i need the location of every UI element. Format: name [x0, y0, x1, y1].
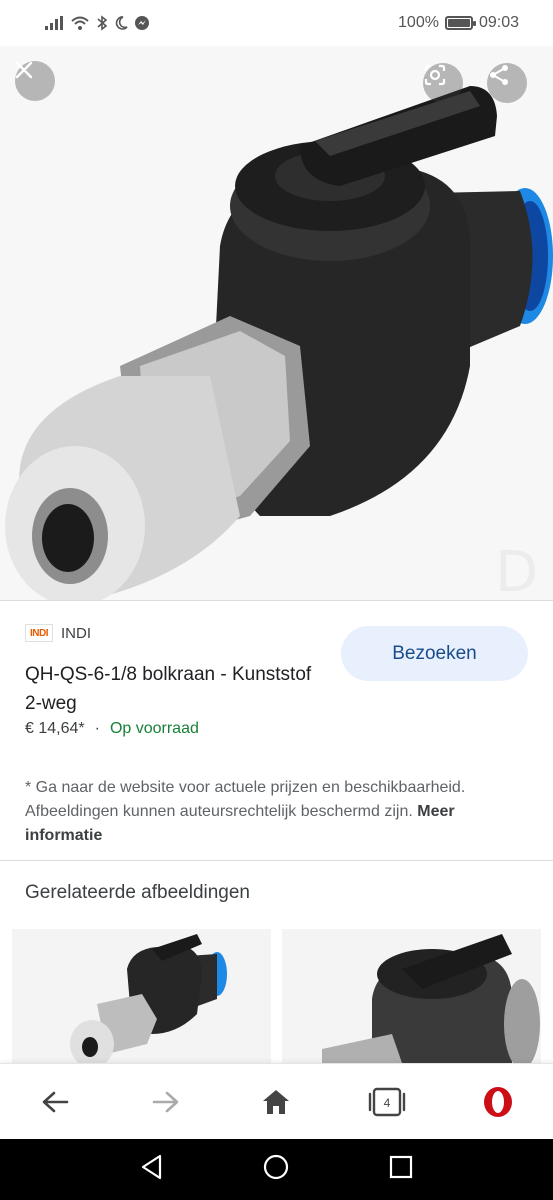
lens-icon	[424, 64, 446, 86]
tabs-icon: 4	[368, 1087, 406, 1116]
price-row: € 14,64* · Op voorraad	[25, 720, 199, 738]
related-valve-image-2	[282, 929, 541, 1063]
back-button[interactable]	[33, 1080, 77, 1124]
source-name: INDI	[61, 624, 91, 642]
bluetooth-icon	[97, 15, 108, 31]
home-button[interactable]	[254, 1080, 298, 1124]
availability: Op voorraad	[109, 720, 199, 737]
product-image[interactable]: D	[0, 46, 553, 600]
nav-recents-icon	[390, 1155, 413, 1179]
status-right: 100% 09:03	[398, 14, 519, 32]
nav-recents-button[interactable]	[389, 1155, 413, 1184]
clock: 09:03	[478, 14, 519, 31]
close-button[interactable]	[15, 61, 55, 101]
visit-button[interactable]: Bezoeken	[341, 626, 528, 681]
product-title[interactable]: QH-QS-6-1/8 bolkraan - Kunststof 2-weg	[25, 660, 325, 718]
moon-icon	[115, 16, 128, 30]
status-bar: 100% 09:03	[0, 0, 553, 46]
share-icon	[490, 65, 508, 85]
related-image-2[interactable]	[282, 929, 541, 1063]
tab-count: 4	[384, 1096, 391, 1110]
signal-icon	[45, 16, 63, 30]
opera-menu-button[interactable]	[476, 1080, 520, 1124]
browser-toolbar: 4	[0, 1063, 553, 1139]
messenger-icon	[135, 16, 149, 30]
close-icon	[15, 61, 33, 79]
opera-logo-icon	[483, 1086, 512, 1117]
related-heading: Gerelateerde afbeeldingen	[25, 882, 251, 903]
nav-back-button[interactable]	[140, 1154, 164, 1185]
android-nav-bar	[0, 1139, 553, 1200]
back-arrow-icon	[42, 1091, 69, 1112]
source-logo: INDI	[25, 624, 53, 642]
nav-home-icon	[264, 1154, 289, 1180]
share-button[interactable]	[487, 63, 527, 103]
related-image-1[interactable]	[12, 929, 271, 1063]
status-icons	[44, 15, 150, 31]
page: 100% 09:03 D INDI INDI QH-QS-6-1/8 bolkr…	[0, 0, 553, 1200]
source-row[interactable]: INDI INDI	[25, 624, 91, 642]
nav-home-button[interactable]	[263, 1154, 289, 1185]
forward-arrow-icon	[152, 1091, 179, 1112]
ball-valve-image: D	[0, 46, 553, 600]
battery-percent: 100%	[398, 14, 439, 31]
tabs-button[interactable]: 4	[365, 1080, 409, 1124]
price-separator: ·	[94, 720, 100, 737]
disclaimer-text: * Ga naar de website voor actuele prijze…	[25, 779, 466, 820]
svg-text:D: D	[495, 540, 538, 600]
battery-icon	[444, 16, 476, 30]
section-divider	[0, 860, 553, 861]
forward-button[interactable]	[144, 1080, 188, 1124]
disclaimer: * Ga naar de website voor actuele prijze…	[25, 776, 525, 848]
nav-back-icon	[141, 1154, 161, 1180]
related-valve-image-1	[12, 929, 271, 1063]
wifi-icon	[71, 16, 89, 30]
lens-button[interactable]	[423, 63, 463, 103]
home-icon	[263, 1089, 290, 1114]
price: € 14,64*	[25, 720, 85, 737]
image-divider	[0, 600, 553, 601]
